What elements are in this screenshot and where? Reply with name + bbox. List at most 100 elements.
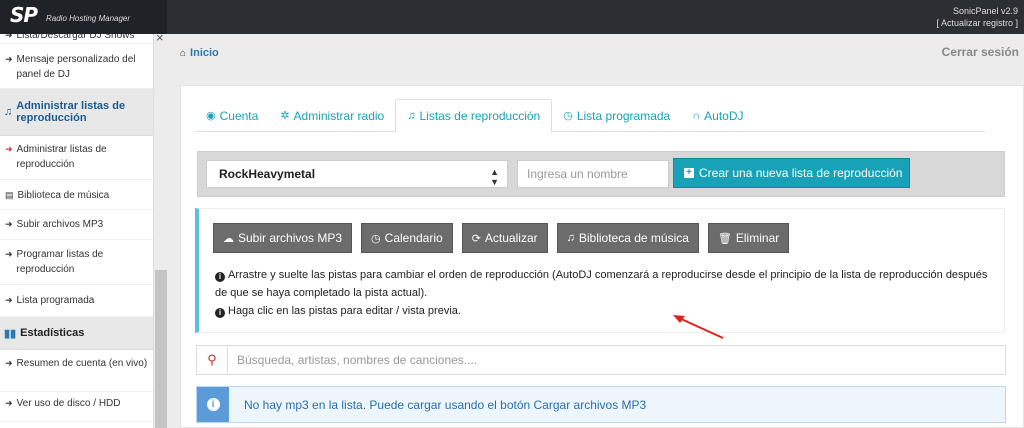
sidebar-item-label: Mensaje personalizado del panel de DJ	[16, 54, 136, 80]
logout-link[interactable]: Cerrar sesión	[942, 45, 1019, 59]
circle-arrow-icon: ➜	[5, 34, 13, 40]
tab-label: Administrar radio	[293, 108, 385, 123]
sidebar-section-label: Administrar listas de reproducción	[16, 100, 126, 124]
playlist-instructions: i Arrastre y suelte las pistas para cambi…	[215, 266, 995, 320]
tab-autodj[interactable]: ∩ AutoDJ	[681, 99, 754, 132]
trash-icon: 🗑	[717, 232, 732, 245]
upload-mp3-button[interactable]: ☁ Subir archivos MP3	[213, 223, 353, 253]
empty-playlist-alert: i No hay mp3 en la lista. Puede cargar u…	[196, 386, 1006, 423]
playlist-name-input[interactable]	[517, 160, 669, 188]
music-icon: ♫	[4, 106, 13, 118]
sidebar-item-dj-shows[interactable]: ➜ Lista/Descargar DJ Shows	[0, 34, 153, 44]
create-playlist-button[interactable]: + Crear una nueva lista de reproducción	[673, 158, 910, 188]
circle-arrow-icon: ➜	[5, 249, 13, 259]
instruction-line: i Arrastre y suelte las pistas para cambi…	[215, 266, 995, 302]
alert-icon-box: i	[197, 387, 229, 422]
playlist-selector-bar: RockHeavymetal ▲▼ + Crear una nueva list…	[197, 151, 1005, 197]
close-icon[interactable]: ×	[156, 30, 164, 45]
instruction-text: Haga clic en las pistas para editar / vi…	[228, 305, 461, 317]
sidebar-item-account-summary[interactable]: ➜ Resumen de cuenta (en vivo)	[0, 350, 153, 392]
version-info: SonicPanel v2.9 [ Actualizar registro ]	[936, 5, 1018, 29]
search-input[interactable]	[237, 346, 997, 374]
logo-mark: SP	[10, 3, 38, 27]
calendar-button[interactable]: ◷ Calendario	[361, 223, 453, 253]
circle-arrow-red-icon: ➜	[5, 144, 13, 154]
delete-button[interactable]: 🗑 Eliminar	[707, 223, 790, 253]
tab-label: Lista programada	[576, 108, 671, 123]
sidebar: ➜ Lista/Descargar DJ Shows ➜ Mensaje per…	[0, 34, 154, 428]
music-icon: ♫	[407, 110, 416, 122]
circle-arrow-icon: ➜	[5, 54, 13, 64]
sidebar-item-label: Biblioteca de música	[17, 190, 110, 201]
sidebar-item-upload-mp3[interactable]: ➜ Subir archivos MP3	[0, 210, 153, 240]
sidebar-section-label: Estadísticas	[20, 327, 85, 339]
instruction-text: Arrastre y suelte las pistas para cambia…	[215, 269, 988, 299]
circle-arrow-icon: ➜	[5, 398, 13, 408]
circle-arrow-icon: ➜	[5, 295, 13, 305]
cloud-upload-icon: ☁	[223, 232, 234, 245]
sidebar-item-label: Programar listas de reproducción	[16, 249, 104, 275]
tool-buttons: ☁ Subir archivos MP3 ◷ Calendario ⟳ Actu…	[213, 223, 790, 253]
music-icon: ♫	[566, 232, 575, 244]
info-icon: i	[215, 308, 225, 318]
info-icon: i	[215, 272, 225, 282]
logo[interactable]: SP Radio Hosting Manager	[0, 0, 167, 34]
sidebar-item-dj-message[interactable]: ➜ Mensaje personalizado del panel de DJ	[0, 44, 153, 89]
upload-mp3-label: Subir archivos MP3	[238, 231, 343, 245]
main-panel: ◉ Cuenta ✲ Administrar radio ♫ Listas de…	[180, 85, 1024, 428]
info-icon: i	[206, 398, 220, 411]
refresh-icon: ⟳	[471, 232, 481, 245]
playlist-tools-box: ☁ Subir archivos MP3 ◷ Calendario ⟳ Actu…	[195, 208, 1005, 333]
refresh-label: Actualizar	[484, 231, 538, 245]
sidebar-item-label: Subir archivos MP3	[16, 219, 104, 230]
chevron-updown-icon: ▲ ▼	[490, 167, 499, 187]
circle-arrow-icon: ➜	[5, 358, 13, 368]
tab-label: Listas de reproducción	[419, 109, 541, 123]
tab-account[interactable]: ◉ Cuenta	[195, 99, 269, 132]
instruction-line: i Haga clic en las pistas para editar / v…	[215, 302, 995, 320]
sidebar-scrollbar[interactable]	[155, 270, 167, 428]
tab-label: Cuenta	[219, 108, 259, 123]
sidebar-item-music-library[interactable]: ▤ Biblioteca de música	[0, 180, 153, 210]
search-bar: ⚲	[196, 345, 1006, 375]
clock-icon: ◷	[371, 232, 381, 245]
top-bar: SP Radio Hosting Manager SonicPanel v2.9…	[0, 0, 1024, 34]
sidebar-item-label: Ver uso de disco / HDD	[16, 398, 121, 409]
tab-manage-radio[interactable]: ✲ Administrar radio	[269, 99, 395, 132]
sidebar-item-label: Lista programada	[16, 295, 95, 306]
update-registry-link[interactable]: [ Actualizar registro ]	[936, 17, 1018, 29]
sidebar-item-label: Lista/Descargar DJ Shows	[16, 34, 135, 41]
sidebar-item-label: Resumen de cuenta (en vivo)	[16, 358, 148, 369]
sidebar-item-manage-playlists[interactable]: ➜ Administrar listas de reproducción	[0, 136, 153, 180]
music-library-label: Biblioteca de música	[578, 231, 689, 245]
breadcrumb-home-link[interactable]: Inicio	[190, 47, 219, 59]
circle-arrow-icon: ➜	[5, 219, 13, 229]
alert-message: No hay mp3 en la lista. Puede cargar usa…	[244, 398, 647, 412]
sidebar-section-statistics[interactable]: ▮▮ Estadísticas	[0, 317, 153, 350]
bar-chart-icon: ▮▮	[4, 327, 17, 340]
book-icon: ▤	[5, 190, 14, 200]
sidebar-item-schedule-playlists[interactable]: ➜ Programar listas de reproducción	[0, 240, 153, 285]
breadcrumb: ⌂ Inicio	[180, 47, 219, 59]
version-label: SonicPanel v2.9	[952, 6, 1018, 16]
sidebar-item-disk-usage[interactable]: ➜ Ver uso de disco / HDD	[0, 392, 153, 422]
clock-icon: ◷	[563, 110, 573, 122]
search-icon: ⚲	[197, 346, 228, 374]
sidebar-section-playlists[interactable]: ♫ Administrar listas de reproducción	[0, 89, 153, 136]
playlist-select-value: RockHeavymetal	[219, 167, 316, 181]
refresh-button[interactable]: ⟳ Actualizar	[461, 223, 548, 253]
headphones-icon: ∩	[692, 109, 701, 122]
plus-icon: +	[684, 168, 694, 178]
tab-playlists[interactable]: ♫ Listas de reproducción	[395, 99, 553, 133]
annotation-arrow	[673, 315, 724, 339]
gear-icon: ✲	[280, 110, 290, 122]
create-playlist-label: Crear una nueva lista de reproducción	[699, 166, 903, 180]
sidebar-item-scheduled-list[interactable]: ➜ Lista programada	[0, 285, 153, 317]
playlist-select[interactable]: RockHeavymetal ▲ ▼	[206, 160, 508, 188]
tab-bar: ◉ Cuenta ✲ Administrar radio ♫ Listas de…	[195, 99, 985, 133]
tab-scheduled-list[interactable]: ◷ Lista programada	[552, 99, 681, 132]
home-icon: ⌂	[180, 47, 187, 59]
music-library-button[interactable]: ♫ Biblioteca de música	[556, 223, 699, 253]
calendar-label: Calendario	[384, 231, 443, 245]
sidebar-item-label: Administrar listas de reproducción	[16, 144, 107, 170]
